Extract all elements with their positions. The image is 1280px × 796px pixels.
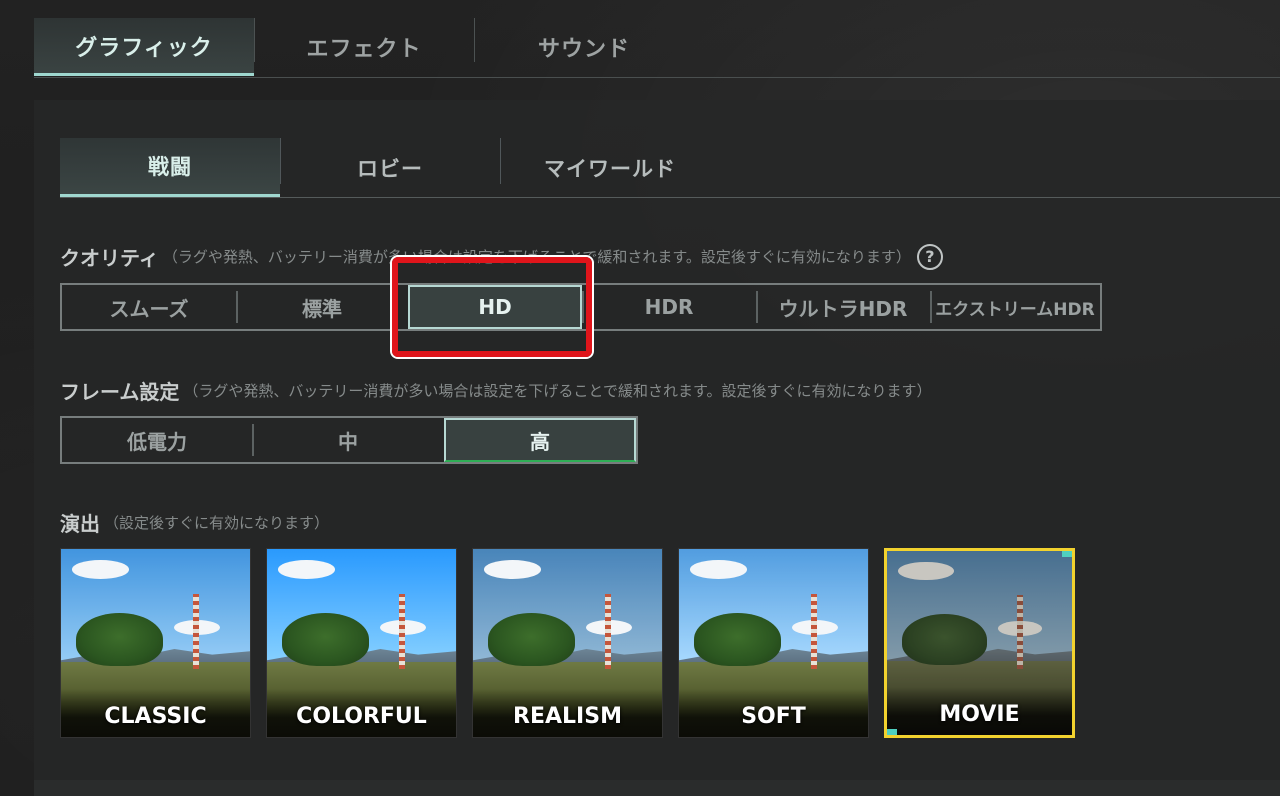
- frame-selector: 低電力 中 高: [60, 416, 638, 464]
- style-caption: COLORFUL: [296, 704, 427, 729]
- style-caption: CLASSIC: [104, 704, 207, 729]
- frame-note: （ラグや発熱、バッテリー消費が多い場合は設定を下げることで緩和されます。設定後す…: [183, 382, 932, 400]
- quality-option-smooth[interactable]: スムーズ: [62, 285, 236, 329]
- style-movie[interactable]: MOVIE: [884, 548, 1075, 738]
- style-classic[interactable]: CLASSIC: [60, 548, 251, 738]
- quality-option-hd[interactable]: HD: [408, 285, 582, 329]
- quality-note: （ラグや発熱、バッテリー消費が多い場合は設定を下げることで緩和されます。設定後す…: [162, 248, 911, 266]
- style-caption: MOVIE: [939, 702, 1020, 727]
- frame-section-label: フレーム設定 （ラグや発熱、バッテリー消費が多い場合は設定を下げることで緩和され…: [60, 376, 931, 405]
- quality-option-hdr[interactable]: HDR: [582, 285, 756, 329]
- quality-selector: スムーズ 標準 HD HDR ウルトラHDR エクストリームHDR: [60, 283, 1102, 331]
- style-colorful[interactable]: COLORFUL: [266, 548, 457, 738]
- sub-tab-bar: 戦闘 ロビー マイワールド: [60, 138, 1280, 198]
- frame-option-high[interactable]: 高: [444, 418, 636, 462]
- subtab-battle[interactable]: 戦闘: [60, 138, 280, 197]
- style-label: 演出: [60, 512, 100, 536]
- selected-corner-icon: [1062, 551, 1072, 557]
- style-note: （設定後すぐに有効になります）: [104, 514, 330, 532]
- tab-sound[interactable]: サウンド: [474, 18, 694, 76]
- style-soft[interactable]: SOFT: [678, 548, 869, 738]
- quality-option-ultra-hdr[interactable]: ウルトラHDR: [756, 285, 930, 329]
- style-caption: SOFT: [741, 704, 806, 729]
- quality-section-label: クオリティ （ラグや発熱、バッテリー消費が多い場合は設定を下げることで緩和されま…: [60, 242, 943, 271]
- tab-graphics[interactable]: グラフィック: [34, 18, 254, 76]
- frame-option-medium[interactable]: 中: [252, 418, 444, 462]
- panel-bottom-edge: [34, 780, 1280, 796]
- quality-label: クオリティ: [60, 246, 159, 270]
- quality-option-extreme-hdr[interactable]: エクストリームHDR: [930, 285, 1100, 329]
- top-tab-bar: グラフィック エフェクト サウンド: [34, 18, 1280, 78]
- subtab-my-world[interactable]: マイワールド: [500, 138, 720, 197]
- style-section-label: 演出 （設定後すぐに有効になります）: [60, 508, 329, 537]
- quality-option-standard[interactable]: 標準: [236, 285, 408, 329]
- frame-label: フレーム設定: [60, 380, 180, 404]
- selected-corner-icon: [887, 729, 897, 735]
- frame-option-low-power[interactable]: 低電力: [62, 418, 252, 462]
- tab-effects[interactable]: エフェクト: [254, 18, 474, 76]
- style-thumbnails: CLASSIC COLORFUL REALISM SOFT MOVIE: [60, 548, 1075, 738]
- help-icon[interactable]: ?: [916, 243, 943, 270]
- subtab-lobby[interactable]: ロビー: [280, 138, 500, 197]
- style-realism[interactable]: REALISM: [472, 548, 663, 738]
- settings-panel: 戦闘 ロビー マイワールド クオリティ （ラグや発熱、バッテリー消費が多い場合は…: [34, 100, 1280, 780]
- style-caption: REALISM: [513, 704, 622, 729]
